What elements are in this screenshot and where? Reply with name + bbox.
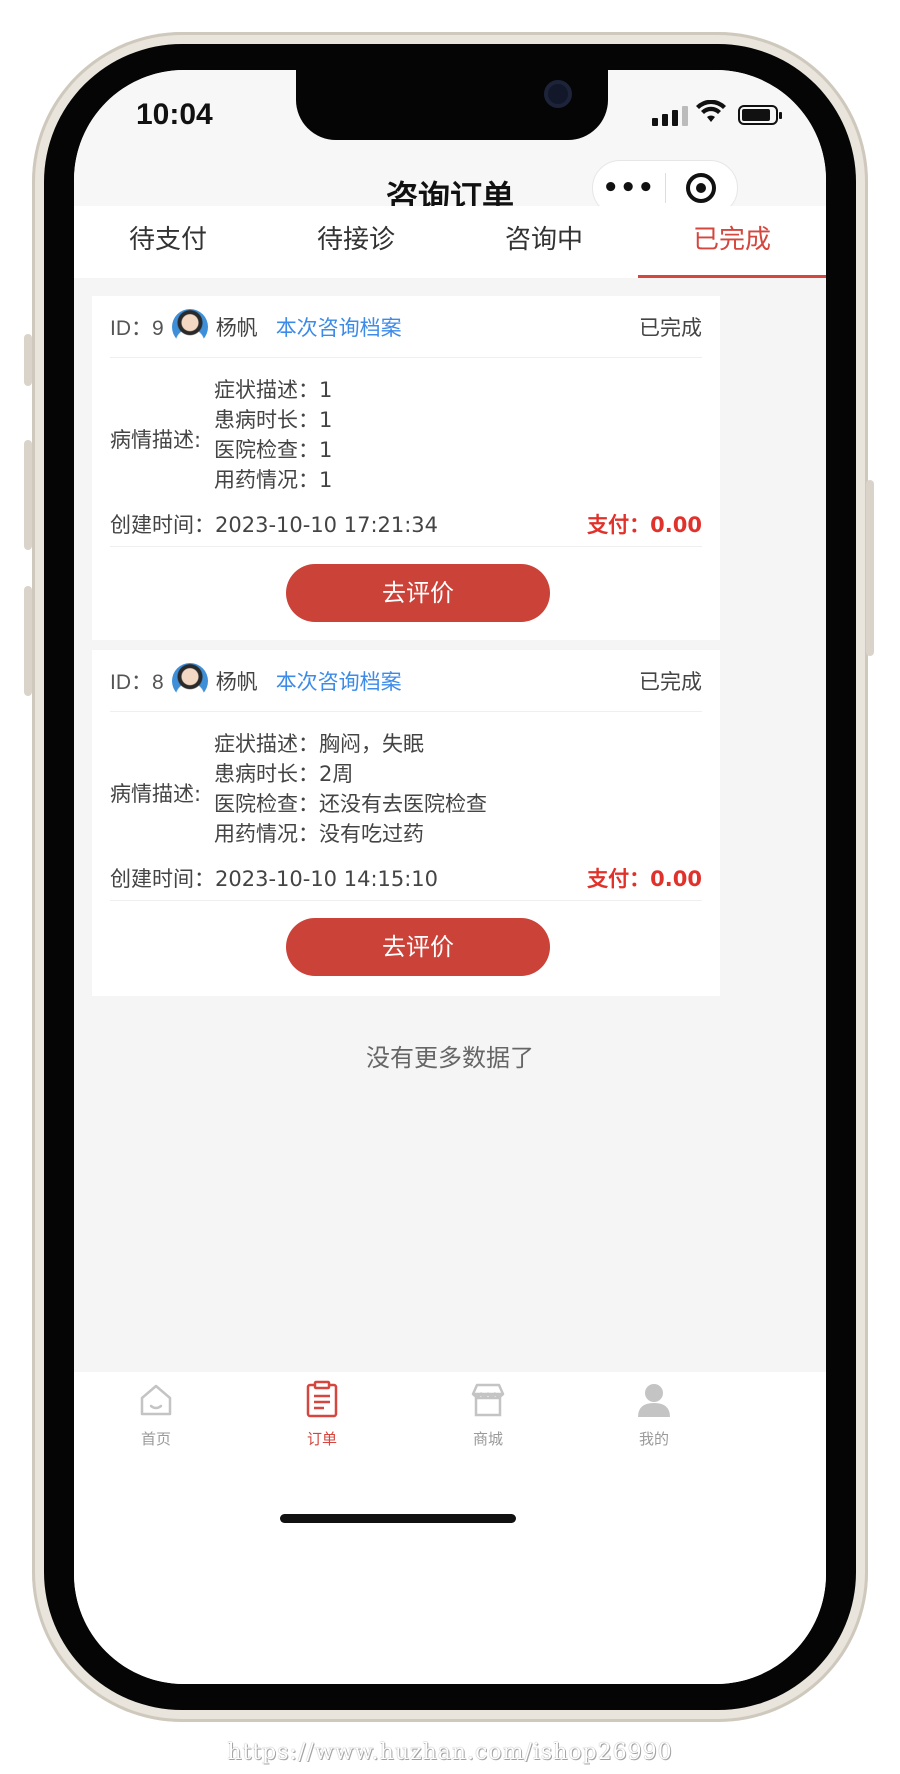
tabbar-label: 订单 — [306, 1430, 337, 1448]
created-time: 创建时间：2023-10-10 14:15:10 — [110, 867, 439, 891]
payment-amount: 支付：0.00 — [587, 867, 702, 891]
watermark-text: https://www.huzhan.com/ishop26990 — [227, 1740, 673, 1765]
more-dots-icon[interactable]: ••• — [593, 173, 665, 203]
condition-details: 症状描述：1 患病时长：1 医院检查：1 用药情况：1 — [214, 375, 332, 495]
tabbar-item-shop[interactable]: 商城 — [428, 1380, 548, 1449]
tabbar-label: 我的 — [638, 1430, 669, 1448]
order-id: ID：8 — [110, 670, 164, 694]
status-time: 10:04 — [136, 98, 213, 131]
order-icon — [306, 1380, 338, 1418]
doctor-name: 杨帆 — [215, 669, 258, 694]
consultation-archive-link[interactable]: 本次咨询档案 — [276, 312, 402, 342]
tabbar-label: 商城 — [472, 1430, 503, 1448]
tab-in-consultation[interactable]: 咨询中 — [450, 206, 638, 278]
evaluate-button[interactable]: 去评价 — [286, 918, 550, 976]
close-miniprogram-button[interactable] — [666, 173, 738, 203]
payment-amount: 支付：0.00 — [587, 513, 702, 537]
battery-icon — [738, 105, 782, 125]
volume-down-button — [24, 586, 32, 696]
home-icon — [140, 1384, 172, 1416]
condition-label: 病情描述: — [110, 782, 202, 806]
card-divider — [110, 900, 702, 901]
tab-pending-payment[interactable]: 待支付 — [74, 206, 262, 278]
medication-line: 用药情况：没有吃过药 — [214, 822, 424, 846]
tabbar-label: 首页 — [140, 1430, 171, 1448]
condition-label: 病情描述: — [110, 428, 202, 452]
created-time: 创建时间：2023-10-10 17:21:34 — [110, 513, 439, 537]
tabbar-item-orders[interactable]: 订单 — [262, 1380, 382, 1449]
no-more-data-text: 没有更多数据了 — [366, 1044, 534, 1072]
order-card-header: ID：8 杨帆 本次咨询档案 已完成 — [110, 650, 702, 712]
evaluate-button[interactable]: 去评价 — [286, 564, 550, 622]
tab-pending-acceptance[interactable]: 待接诊 — [262, 206, 450, 278]
home-indicator — [280, 1514, 516, 1523]
order-card: ID：8 杨帆 本次咨询档案 已完成 病情描述: 症状描述：胸闷，失眠 患病时长… — [92, 650, 720, 996]
order-card-header: ID：9 杨帆 本次咨询档案 已完成 — [110, 296, 702, 358]
volume-up-button — [24, 440, 32, 550]
shop-icon — [471, 1383, 505, 1417]
hospital-check-line: 医院检查：还没有去医院检查 — [214, 792, 487, 816]
order-status: 已完成 — [639, 315, 702, 340]
bottom-tab-bar: 首页 订单 商城 我的 — [74, 1372, 826, 1684]
wifi-icon — [696, 100, 726, 122]
mute-switch — [24, 334, 32, 386]
symptom-line: 症状描述：1 — [214, 378, 333, 402]
notch — [296, 70, 608, 140]
power-button — [866, 480, 874, 656]
symptom-line: 症状描述：胸闷，失眠 — [214, 732, 424, 756]
doctor-avatar — [171, 308, 208, 345]
order-card: ID：9 杨帆 本次咨询档案 已完成 病情描述: 症状描述：1 患病时长：1 医… — [92, 296, 720, 640]
doctor-name: 杨帆 — [215, 315, 258, 340]
camera-icon — [544, 80, 572, 108]
duration-line: 患病时长：2周 — [214, 762, 354, 786]
medication-line: 用药情况：1 — [214, 468, 333, 492]
tabbar-item-home[interactable]: 首页 — [96, 1380, 216, 1449]
duration-line: 患病时长：1 — [214, 408, 333, 432]
profile-icon — [638, 1384, 670, 1417]
condition-details: 症状描述：胸闷，失眠 患病时长：2周 医院检查：还没有去医院检查 用药情况：没有… — [214, 729, 487, 849]
order-status-tabs: 待支付 待接诊 咨询中 已完成 — [74, 206, 826, 278]
target-icon — [686, 173, 717, 203]
order-id: ID：9 — [110, 316, 164, 340]
order-status: 已完成 — [639, 669, 702, 694]
tab-completed[interactable]: 已完成 — [638, 206, 826, 278]
hospital-check-line: 医院检查：1 — [214, 438, 333, 462]
card-divider — [110, 546, 702, 547]
phone-screen: 10:04 咨询订单 ••• 待支付 待接诊 咨询中 已完成 ID：9 杨帆 本… — [74, 70, 826, 1684]
signal-icon — [652, 106, 688, 126]
consultation-archive-link[interactable]: 本次咨询档案 — [276, 666, 402, 696]
doctor-avatar — [171, 662, 208, 699]
tabbar-item-profile[interactable]: 我的 — [594, 1380, 714, 1449]
